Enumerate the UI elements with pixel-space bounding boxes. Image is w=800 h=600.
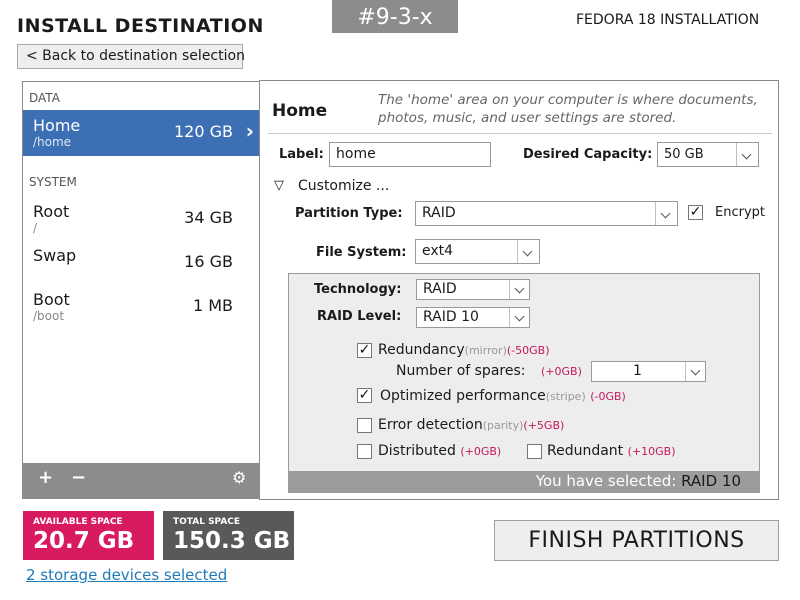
total-space-value: 150.3 GB (173, 528, 291, 554)
redundant-label: Redundant (+10GB) (547, 443, 676, 459)
details-title: Home (272, 101, 328, 121)
mount-point-name: Home (33, 116, 81, 135)
storage-devices-link[interactable]: 2 storage devices selected (26, 566, 227, 584)
optimized-checkbox[interactable]: ✓ (357, 388, 372, 403)
system-section-header: SYSTEM (29, 175, 77, 189)
product-name: FEDORA 18 INSTALLATION (576, 12, 760, 28)
filesystem-combo[interactable]: ext4 (415, 239, 540, 264)
distributed-text: Distributed (378, 443, 456, 459)
mount-point-size: 120 GB (174, 122, 233, 141)
encrypt-checkbox[interactable]: ✓ (688, 205, 703, 220)
redundancy-text: Redundancy (378, 342, 465, 358)
redundancy-checkbox[interactable]: ✓ (357, 343, 372, 358)
filesystem-label: File System: (316, 245, 407, 260)
encrypt-label: Encrypt (715, 205, 765, 220)
add-mount-point-button[interactable]: + (38, 467, 53, 488)
customize-toggle[interactable]: Customize ... (298, 178, 389, 194)
mount-point-path: /home (33, 135, 72, 149)
partition-type-label: Partition Type: (295, 206, 403, 221)
partition-type-value: RAID (422, 205, 456, 221)
mount-point-toolbar: + − ⚙ (23, 463, 259, 498)
mount-point-root[interactable]: Root / 34 GB (23, 196, 259, 242)
chevron-down-icon[interactable] (685, 362, 705, 381)
label-input[interactable]: home (329, 142, 491, 167)
mount-point-size: 1 MB (192, 296, 233, 315)
spares-delta: (+0GB) (541, 365, 582, 378)
optimized-label: Optimized performance(stripe) (-0GB) (380, 388, 626, 404)
mockup-tag: #9-3-x (332, 0, 458, 33)
raid-settings-panel: Technology: RAID RAID Level: RAID 10 ✓ R… (288, 273, 760, 493)
partition-type-combo[interactable]: RAID (415, 201, 678, 226)
data-section-header: DATA (29, 91, 60, 105)
chevron-down-icon[interactable] (517, 240, 539, 263)
optimized-delta: (-0GB) (590, 390, 626, 403)
spares-value: 1 (633, 363, 642, 379)
raid-level-value: RAID 10 (423, 309, 479, 325)
raid-summary-label: You have selected: (535, 472, 677, 490)
total-space-label: TOTAL SPACE (173, 517, 241, 527)
triangle-down-icon[interactable]: ▽ (274, 178, 284, 193)
mount-point-boot[interactable]: Boot /boot 1 MB (23, 284, 259, 330)
capacity-label: Desired Capacity: (523, 147, 653, 162)
raid-summary: You have selected: RAID 10 (536, 472, 741, 490)
back-button[interactable]: < Back to destination selection (17, 44, 245, 69)
chevron-right-icon: › (245, 119, 254, 143)
technology-combo[interactable]: RAID (416, 279, 530, 300)
capacity-value: 50 GB (664, 147, 704, 162)
chevron-down-icon[interactable] (509, 308, 529, 327)
redundant-text: Redundant (547, 443, 624, 459)
technology-label: Technology: (314, 282, 402, 297)
page-title: INSTALL DESTINATION (17, 15, 264, 37)
spares-text: Number of spares: (396, 363, 526, 379)
error-detection-delta: (+5GB) (523, 419, 565, 432)
available-space-label: AVAILABLE SPACE (33, 517, 123, 527)
available-space-badge: AVAILABLE SPACE 20.7 GB (23, 511, 154, 560)
mount-point-path: /boot (33, 309, 65, 323)
filesystem-value: ext4 (422, 243, 454, 259)
mount-point-path: / (33, 221, 38, 235)
capacity-combo[interactable]: 50 GB (657, 142, 759, 167)
mount-point-name: Boot (33, 290, 70, 309)
raid-summary-bar: You have selected: RAID 10 (289, 471, 759, 492)
finish-partitions-button[interactable]: FINISH PARTITIONS (494, 520, 779, 561)
redundant-checkbox[interactable] (527, 444, 542, 459)
spares-combo[interactable]: 1 (591, 361, 706, 382)
mount-point-list: DATA Home /home 120 GB › SYSTEM Root / 3… (22, 81, 260, 499)
gear-icon[interactable]: ⚙ (232, 468, 246, 487)
error-detection-label: Error detection(parity)(+5GB) (378, 417, 564, 433)
mount-point-name: Root (33, 202, 70, 221)
chevron-down-icon[interactable] (736, 143, 758, 166)
spares-label: Number of spares: (396, 363, 525, 379)
error-detection-checkbox[interactable] (357, 418, 372, 433)
error-detection-hint: (parity) (482, 419, 524, 432)
raid-level-combo[interactable]: RAID 10 (416, 307, 530, 328)
distributed-label: Distributed (+0GB) (378, 443, 501, 459)
redundant-delta: (+10GB) (627, 445, 676, 458)
mount-point-size: 16 GB (184, 252, 233, 271)
mount-point-details: Home The 'home' area on your computer is… (259, 80, 779, 500)
remove-mount-point-button[interactable]: − (71, 467, 86, 488)
distributed-checkbox[interactable] (357, 444, 372, 459)
available-space-value: 20.7 GB (33, 528, 135, 554)
distributed-delta: (+0GB) (460, 445, 502, 458)
redundancy-label: Redundancy(mirror)(-50GB) (378, 342, 550, 358)
divider (268, 133, 772, 134)
redundancy-delta: (-50GB) (506, 344, 550, 357)
error-detection-text: Error detection (378, 417, 483, 433)
optimized-text: Optimized performance (380, 388, 546, 404)
raid-level-label: RAID Level: (317, 309, 402, 324)
mount-point-size: 34 GB (184, 208, 233, 227)
raid-summary-value: RAID 10 (681, 472, 741, 490)
chevron-down-icon[interactable] (655, 202, 677, 225)
technology-value: RAID (423, 281, 457, 297)
total-space-badge: TOTAL SPACE 150.3 GB (163, 511, 294, 560)
mount-point-name: Swap (33, 246, 77, 265)
chevron-down-icon[interactable] (509, 280, 529, 299)
label-label: Label: (279, 147, 324, 162)
mount-point-swap[interactable]: Swap 16 GB (23, 240, 259, 286)
optimized-hint: (stripe) (545, 390, 586, 403)
details-description: The 'home' area on your computer is wher… (378, 92, 758, 126)
mount-point-home[interactable]: Home /home 120 GB › (23, 110, 259, 156)
redundancy-hint: (mirror) (464, 344, 507, 357)
